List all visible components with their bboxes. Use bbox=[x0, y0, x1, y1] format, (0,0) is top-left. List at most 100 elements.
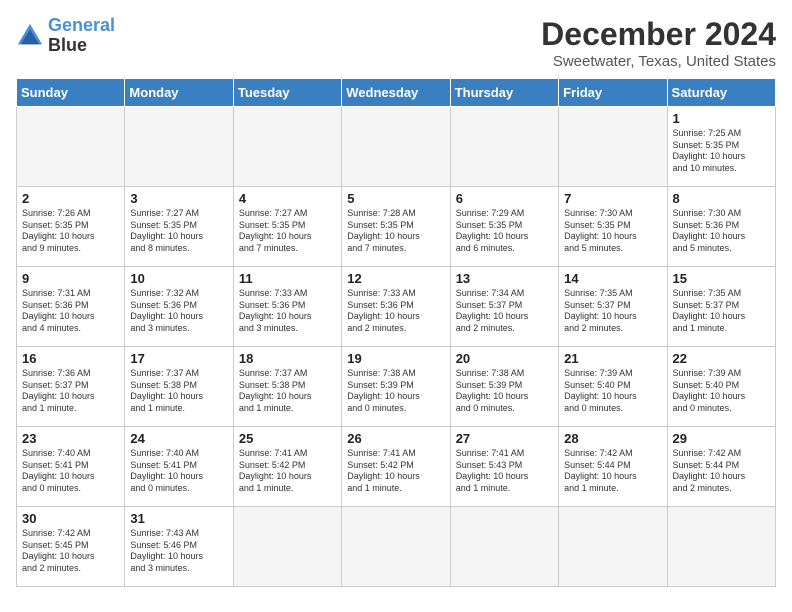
day-info: Sunset: 5:37 PM bbox=[456, 300, 553, 312]
day-info: Sunrise: 7:25 AM bbox=[673, 128, 770, 140]
day-info: Sunrise: 7:34 AM bbox=[456, 288, 553, 300]
day-number: 19 bbox=[347, 351, 444, 366]
table-row: 9Sunrise: 7:31 AMSunset: 5:36 PMDaylight… bbox=[17, 267, 125, 347]
table-row: 24Sunrise: 7:40 AMSunset: 5:41 PMDayligh… bbox=[125, 427, 233, 507]
day-number: 2 bbox=[22, 191, 119, 206]
day-info: Sunset: 5:37 PM bbox=[673, 300, 770, 312]
day-info: Daylight: 10 hours bbox=[22, 551, 119, 563]
table-row bbox=[342, 107, 450, 187]
title-block: December 2024 Sweetwater, Texas, United … bbox=[541, 16, 776, 70]
col-monday: Monday bbox=[125, 79, 233, 107]
day-number: 16 bbox=[22, 351, 119, 366]
day-info: Sunset: 5:41 PM bbox=[22, 460, 119, 472]
day-info: Daylight: 10 hours bbox=[239, 311, 336, 323]
day-number: 20 bbox=[456, 351, 553, 366]
day-info: and 2 minutes. bbox=[347, 323, 444, 335]
table-row bbox=[17, 107, 125, 187]
table-row bbox=[450, 507, 558, 587]
table-row: 17Sunrise: 7:37 AMSunset: 5:38 PMDayligh… bbox=[125, 347, 233, 427]
table-row: 8Sunrise: 7:30 AMSunset: 5:36 PMDaylight… bbox=[667, 187, 775, 267]
table-row bbox=[125, 107, 233, 187]
day-info: Sunrise: 7:40 AM bbox=[22, 448, 119, 460]
table-row: 20Sunrise: 7:38 AMSunset: 5:39 PMDayligh… bbox=[450, 347, 558, 427]
day-info: Daylight: 10 hours bbox=[673, 151, 770, 163]
day-info: Sunrise: 7:40 AM bbox=[130, 448, 227, 460]
day-number: 22 bbox=[673, 351, 770, 366]
day-number: 10 bbox=[130, 271, 227, 286]
day-info: and 1 minute. bbox=[673, 323, 770, 335]
day-info: Sunrise: 7:29 AM bbox=[456, 208, 553, 220]
table-row bbox=[667, 507, 775, 587]
calendar-week-row: 1Sunrise: 7:25 AMSunset: 5:35 PMDaylight… bbox=[17, 107, 776, 187]
day-info: Daylight: 10 hours bbox=[130, 471, 227, 483]
col-wednesday: Wednesday bbox=[342, 79, 450, 107]
day-info: and 1 minute. bbox=[239, 483, 336, 495]
day-number: 17 bbox=[130, 351, 227, 366]
day-info: and 7 minutes. bbox=[239, 243, 336, 255]
day-number: 5 bbox=[347, 191, 444, 206]
day-info: Daylight: 10 hours bbox=[130, 551, 227, 563]
day-number: 21 bbox=[564, 351, 661, 366]
day-number: 6 bbox=[456, 191, 553, 206]
day-info: Sunset: 5:45 PM bbox=[22, 540, 119, 552]
day-info: and 2 minutes. bbox=[22, 563, 119, 575]
day-number: 3 bbox=[130, 191, 227, 206]
table-row: 1Sunrise: 7:25 AMSunset: 5:35 PMDaylight… bbox=[667, 107, 775, 187]
day-info: Sunrise: 7:42 AM bbox=[22, 528, 119, 540]
day-info: Sunrise: 7:27 AM bbox=[239, 208, 336, 220]
calendar-week-row: 16Sunrise: 7:36 AMSunset: 5:37 PMDayligh… bbox=[17, 347, 776, 427]
table-row: 12Sunrise: 7:33 AMSunset: 5:36 PMDayligh… bbox=[342, 267, 450, 347]
table-row: 21Sunrise: 7:39 AMSunset: 5:40 PMDayligh… bbox=[559, 347, 667, 427]
day-info: Sunset: 5:35 PM bbox=[456, 220, 553, 232]
day-info: and 4 minutes. bbox=[22, 323, 119, 335]
table-row: 13Sunrise: 7:34 AMSunset: 5:37 PMDayligh… bbox=[450, 267, 558, 347]
day-info: Sunrise: 7:31 AM bbox=[22, 288, 119, 300]
table-row: 25Sunrise: 7:41 AMSunset: 5:42 PMDayligh… bbox=[233, 427, 341, 507]
day-info: Sunset: 5:37 PM bbox=[564, 300, 661, 312]
table-row bbox=[450, 107, 558, 187]
day-number: 26 bbox=[347, 431, 444, 446]
day-info: Sunrise: 7:38 AM bbox=[347, 368, 444, 380]
day-info: and 1 minute. bbox=[130, 403, 227, 415]
day-number: 1 bbox=[673, 111, 770, 126]
day-info: Sunrise: 7:27 AM bbox=[130, 208, 227, 220]
day-info: Daylight: 10 hours bbox=[564, 471, 661, 483]
day-info: Sunset: 5:44 PM bbox=[673, 460, 770, 472]
day-info: Daylight: 10 hours bbox=[22, 391, 119, 403]
day-info: and 1 minute. bbox=[456, 483, 553, 495]
table-row: 15Sunrise: 7:35 AMSunset: 5:37 PMDayligh… bbox=[667, 267, 775, 347]
day-info: Sunset: 5:36 PM bbox=[673, 220, 770, 232]
day-info: Sunrise: 7:41 AM bbox=[239, 448, 336, 460]
day-info: Sunrise: 7:37 AM bbox=[239, 368, 336, 380]
day-number: 24 bbox=[130, 431, 227, 446]
day-info: Sunset: 5:44 PM bbox=[564, 460, 661, 472]
day-info: and 2 minutes. bbox=[456, 323, 553, 335]
day-info: Sunrise: 7:43 AM bbox=[130, 528, 227, 540]
table-row: 30Sunrise: 7:42 AMSunset: 5:45 PMDayligh… bbox=[17, 507, 125, 587]
day-info: Sunset: 5:40 PM bbox=[673, 380, 770, 392]
day-info: Daylight: 10 hours bbox=[673, 231, 770, 243]
day-info: Sunrise: 7:35 AM bbox=[673, 288, 770, 300]
logo-icon bbox=[16, 22, 44, 50]
day-number: 4 bbox=[239, 191, 336, 206]
col-tuesday: Tuesday bbox=[233, 79, 341, 107]
day-info: Daylight: 10 hours bbox=[347, 231, 444, 243]
table-row: 6 Sunrise: 7:29 AMSunset: 5:35 PMDaylight… bbox=[450, 187, 558, 267]
day-info: Sunrise: 7:41 AM bbox=[347, 448, 444, 460]
day-info: and 6 minutes. bbox=[456, 243, 553, 255]
day-info: Daylight: 10 hours bbox=[239, 231, 336, 243]
day-info: and 5 minutes. bbox=[673, 243, 770, 255]
day-info: Sunset: 5:35 PM bbox=[564, 220, 661, 232]
day-info: Daylight: 10 hours bbox=[22, 231, 119, 243]
day-info: Daylight: 10 hours bbox=[564, 311, 661, 323]
day-info: Daylight: 10 hours bbox=[456, 231, 553, 243]
day-info: Sunrise: 7:39 AM bbox=[564, 368, 661, 380]
day-info: Sunrise: 7:26 AM bbox=[22, 208, 119, 220]
day-info: and 0 minutes. bbox=[22, 483, 119, 495]
col-friday: Friday bbox=[559, 79, 667, 107]
day-info: Daylight: 10 hours bbox=[456, 311, 553, 323]
day-info: and 1 minute. bbox=[239, 403, 336, 415]
day-info: Daylight: 10 hours bbox=[673, 311, 770, 323]
calendar-week-row: 23Sunrise: 7:40 AMSunset: 5:41 PMDayligh… bbox=[17, 427, 776, 507]
day-info: Sunset: 5:35 PM bbox=[130, 220, 227, 232]
